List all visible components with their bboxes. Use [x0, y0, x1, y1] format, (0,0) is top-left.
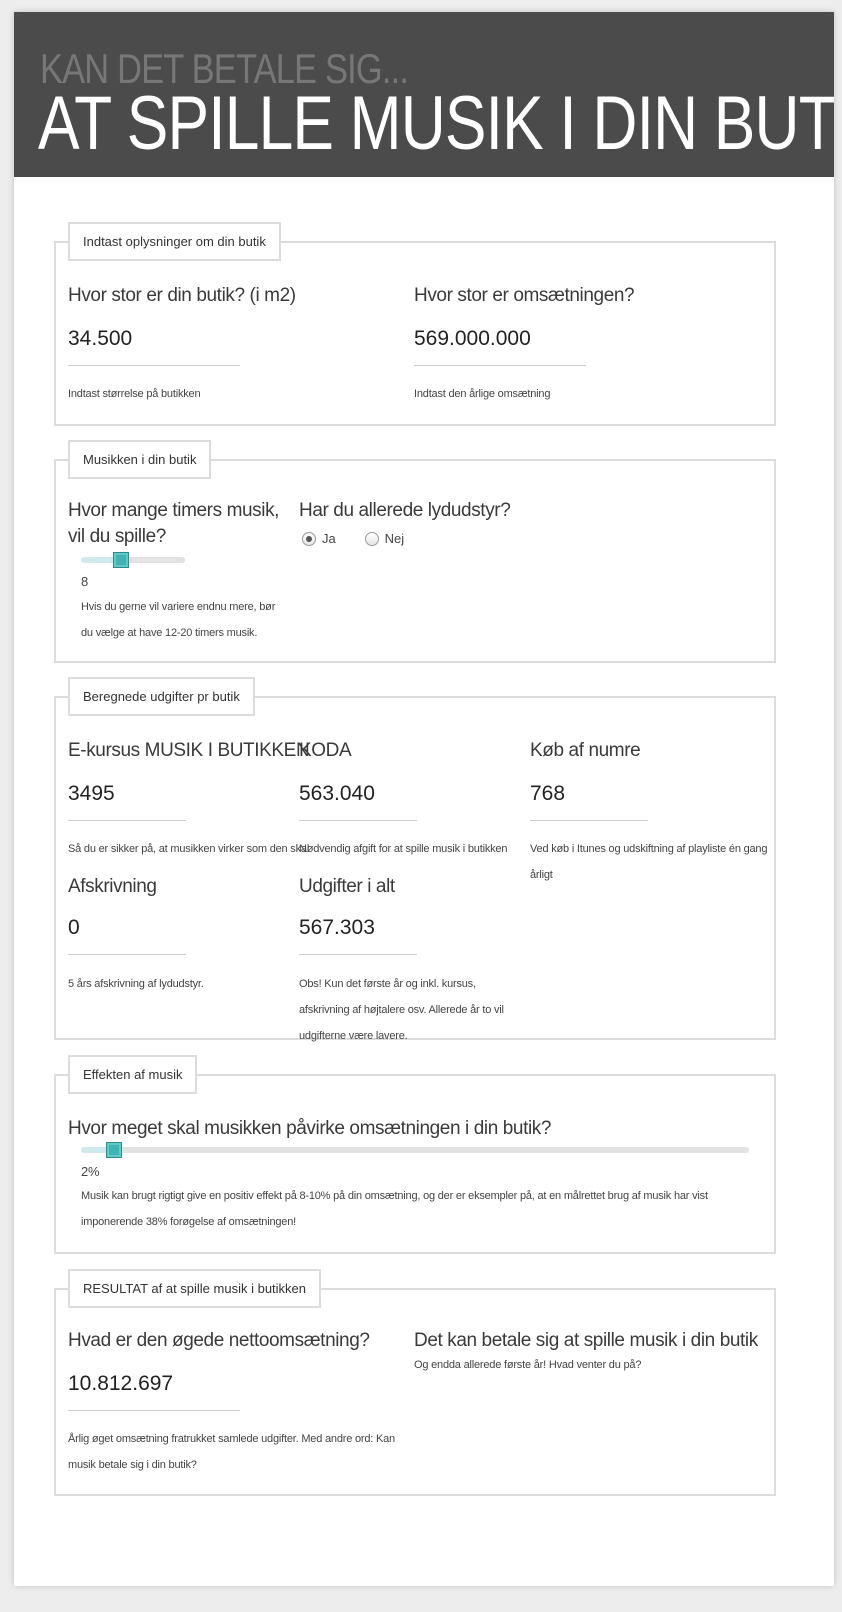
ecourse-value: 3495: [68, 782, 115, 805]
effect-help: Musik kan brugt rigtigt give en positiv …: [81, 1190, 708, 1228]
radio-ja[interactable]: [302, 531, 316, 546]
effect-value: 2%: [81, 1164, 100, 1179]
music-hours-slider[interactable]: [81, 557, 185, 563]
revenue-label: Hvor stor er omsætningen?: [414, 285, 635, 306]
tracks-underline: [530, 820, 648, 821]
depreciation-value: 0: [68, 916, 80, 939]
revenue-underline: [414, 365, 586, 366]
koda-value: 563.040: [299, 782, 375, 805]
net-revenue-underline: [68, 1410, 240, 1411]
section-shop-info: Indtast oplysninger om din butik Hvor st…: [54, 222, 776, 426]
music-hours-help: Hvis du gerne vil variere endnu mere, bø…: [81, 601, 276, 639]
shop-size-label: Hvor stor er din butik? (i m2): [68, 285, 296, 306]
section-legend: RESULTAT af at spille musik i butikken: [68, 1269, 322, 1308]
net-revenue-label: Hvad er den øgede nettoomsætning?: [68, 1330, 370, 1351]
total-help: Obs! Kun det første år og inkl. kursus, …: [299, 978, 504, 1042]
header-banner: KAN DET BETALE SIG... AT SPILLE MUSIK I …: [14, 12, 834, 177]
section-legend: Beregnede udgifter pr butik: [68, 677, 255, 716]
conclusion-text: Og endda allerede første år! Hvad venter…: [414, 1359, 642, 1371]
music-hours-value: 8: [81, 574, 89, 589]
section-music: Musikken i din butik Hvor mange timers m…: [54, 440, 776, 663]
effect-slider-handle[interactable]: [106, 1142, 123, 1158]
shop-size-help: Indtast størrelse på butikken: [68, 388, 201, 400]
koda-help: Nødvendig afgift for at spille musik i b…: [299, 843, 508, 855]
section-legend: Effekten af musik: [68, 1055, 198, 1094]
tracks-help: Ved køb i Itunes og udskiftning af playl…: [530, 843, 768, 881]
shop-size-underline: [68, 365, 240, 366]
total-underline: [299, 954, 417, 955]
koda-underline: [299, 820, 417, 821]
tracks-value: 768: [530, 782, 566, 805]
tracks-title: Køb af numre: [530, 740, 641, 761]
effect-label: Hvor meget skal musikken påvirke omsætni…: [68, 1118, 552, 1139]
sound-equipment-label: Har du allerede lydudstyr?: [299, 500, 511, 521]
conclusion-title: Det kan betale sig at spille musik i din…: [414, 1330, 758, 1351]
section-legend: Musikken i din butik: [68, 440, 212, 479]
total-value: 567.303: [299, 916, 375, 939]
net-revenue-value: 10.812.697: [68, 1372, 174, 1395]
section-legend: Indtast oplysninger om din butik: [68, 222, 281, 261]
total-title: Udgifter i alt: [299, 876, 395, 897]
depreciation-title: Afskrivning: [68, 876, 157, 897]
sound-equipment-options: Ja Nej: [302, 530, 404, 548]
effect-slider[interactable]: [81, 1147, 749, 1153]
section-result: RESULTAT af at spille musik i butikken H…: [54, 1269, 776, 1496]
revenue-input[interactable]: 569.000.000: [414, 327, 531, 351]
ecourse-help: Så du er sikker på, at musikken virker s…: [68, 843, 310, 855]
radio-nej[interactable]: [364, 531, 379, 546]
koda-title: KODA: [299, 740, 352, 761]
radio-nej-label: Nej: [384, 531, 405, 547]
section-effect: Effekten af musik Hvor meget skal musikk…: [54, 1055, 776, 1254]
ecourse-underline: [68, 820, 186, 821]
section-costs: Beregnede udgifter pr butik E-kursus MUS…: [54, 677, 776, 1042]
depreciation-underline: [68, 954, 186, 955]
ecourse-title: E-kursus MUSIK I BUTIKKEN: [68, 740, 310, 761]
depreciation-help: 5 års afskrivning af lydudstyr.: [68, 978, 204, 990]
radio-ja-label: Ja: [322, 531, 336, 547]
music-hours-label: Hvor mange timers musik, vil du spille?: [68, 500, 280, 547]
net-revenue-help: Årlig øget omsætning fratrukket samlede …: [68, 1433, 395, 1471]
shop-size-input[interactable]: 34.500: [68, 327, 132, 351]
music-hours-slider-handle[interactable]: [112, 552, 129, 568]
revenue-help: Indtast den årlige omsætning: [414, 388, 551, 400]
header-title: AT SPILLE MUSIK I DIN BUTIK?: [38, 81, 834, 166]
calculator-card: KAN DET BETALE SIG... AT SPILLE MUSIK I …: [14, 12, 834, 1586]
